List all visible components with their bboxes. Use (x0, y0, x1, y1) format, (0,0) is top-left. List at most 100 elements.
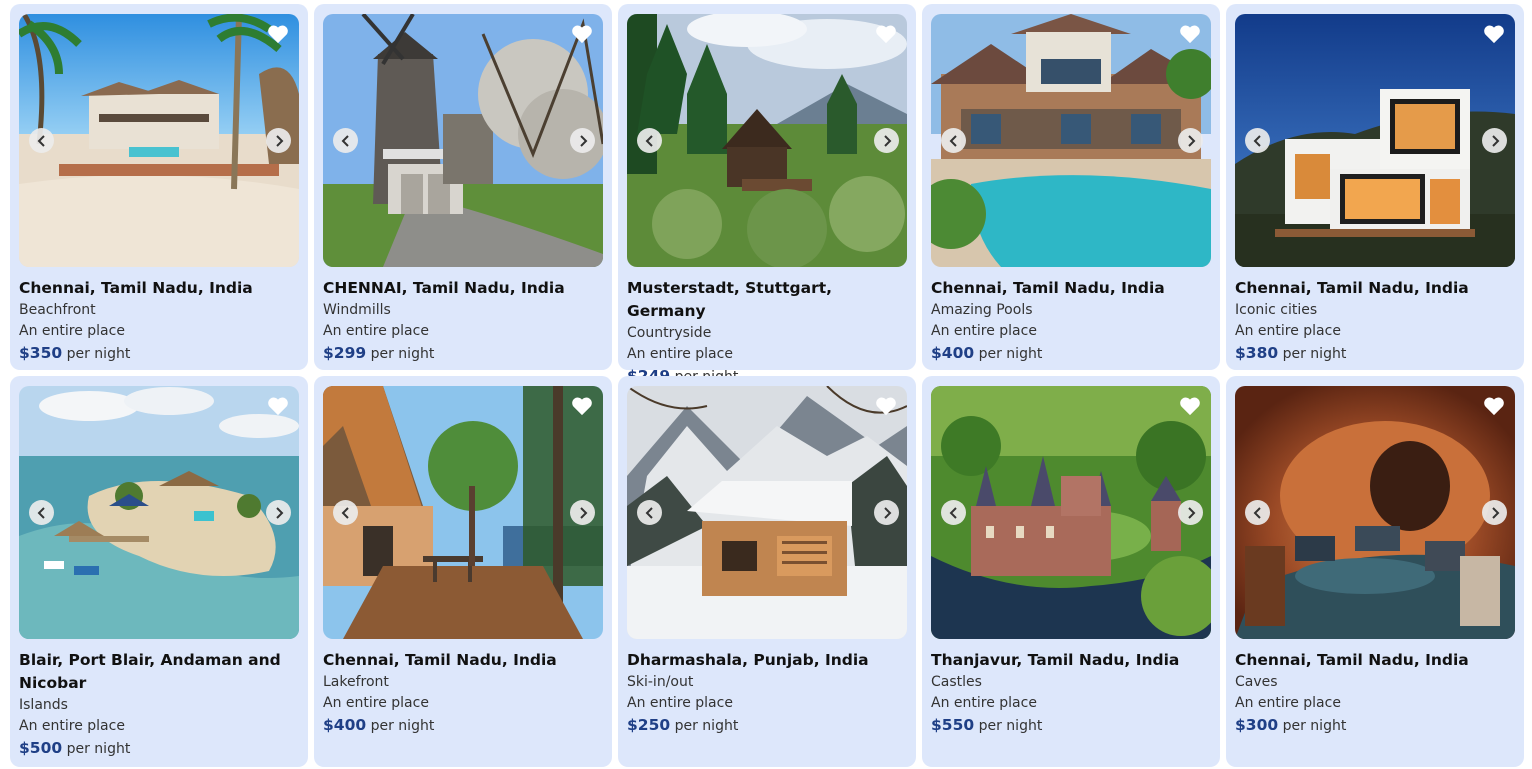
next-photo-button[interactable] (874, 128, 899, 153)
listing-photo[interactable] (323, 386, 603, 639)
listing-type: An entire place (627, 695, 733, 711)
price-unit: per night (1282, 346, 1347, 362)
heart-icon[interactable] (875, 396, 897, 416)
heart-icon[interactable] (571, 396, 593, 416)
listing-photo[interactable] (1235, 386, 1515, 639)
listing-location[interactable]: Musterstadt, Stuttgart, Germany (627, 277, 907, 323)
next-photo-button[interactable] (874, 500, 899, 525)
listing-price-line: $400 per night (931, 342, 1211, 365)
listing-category: Caves (1235, 674, 1278, 690)
beachfront-villa-image (19, 14, 299, 267)
listing-card[interactable]: Chennai, Tamil Nadu, India Lakefront An … (314, 376, 612, 767)
listing-location[interactable]: Dharmashala, Punjab, India (627, 649, 907, 672)
heart-icon[interactable] (875, 24, 897, 44)
heart-icon[interactable] (1483, 396, 1505, 416)
heart-icon[interactable] (1179, 396, 1201, 416)
heart-icon[interactable] (1179, 24, 1201, 44)
chevron-left-icon (949, 506, 957, 519)
chevron-right-icon (1187, 134, 1195, 147)
listing-card[interactable]: Chennai, Tamil Nadu, India Iconic cities… (1226, 4, 1524, 370)
price-unit: per night (1282, 718, 1347, 734)
next-photo-button[interactable] (1178, 500, 1203, 525)
next-photo-button[interactable] (1482, 128, 1507, 153)
listing-category: Windmills (323, 302, 391, 318)
listings-grid: Chennai, Tamil Nadu, India Beachfront An… (10, 4, 1524, 767)
listing-photo[interactable] (19, 386, 299, 639)
listing-location[interactable]: CHENNAI, Tamil Nadu, India (323, 277, 603, 300)
listing-card[interactable]: Musterstadt, Stuttgart, Germany Countrys… (618, 4, 916, 385)
listing-card[interactable]: Dharmashala, Punjab, India Ski-in/out An… (618, 376, 916, 767)
listing-card[interactable]: Chennai, Tamil Nadu, India Beachfront An… (10, 4, 308, 370)
listing-location[interactable]: Chennai, Tamil Nadu, India (1235, 277, 1515, 300)
chevron-left-icon (1253, 506, 1261, 519)
heart-icon[interactable] (571, 24, 593, 44)
prev-photo-button[interactable] (1245, 500, 1270, 525)
next-photo-button[interactable] (266, 128, 291, 153)
next-photo-button[interactable] (570, 500, 595, 525)
listing-location[interactable]: Blair, Port Blair, Andaman and Nicobar (19, 649, 299, 695)
listing-location[interactable]: Thanjavur, Tamil Nadu, India (931, 649, 1211, 672)
prev-photo-button[interactable] (29, 128, 54, 153)
listing-category: Beachfront (19, 302, 96, 318)
prev-photo-button[interactable] (1245, 128, 1270, 153)
listing-photo[interactable] (627, 386, 907, 639)
listing-price-line: $500 per night (19, 737, 299, 760)
listing-category: Castles (931, 674, 982, 690)
next-photo-button[interactable] (1178, 128, 1203, 153)
listing-photo[interactable] (1235, 14, 1515, 267)
listing-price: $299 (323, 344, 367, 362)
chevron-right-icon (883, 134, 891, 147)
chevron-right-icon (1491, 134, 1499, 147)
listing-price-line: $400 per night (323, 714, 603, 737)
listing-photo[interactable] (931, 386, 1211, 639)
prev-photo-button[interactable] (333, 500, 358, 525)
listing-card[interactable]: Thanjavur, Tamil Nadu, India Castles An … (922, 376, 1220, 767)
heart-icon[interactable] (267, 396, 289, 416)
heart-icon[interactable] (1483, 24, 1505, 44)
price-unit: per night (370, 346, 435, 362)
prev-photo-button[interactable] (333, 128, 358, 153)
listing-price: $250 (627, 716, 671, 734)
listing-type: An entire place (19, 718, 125, 734)
prev-photo-button[interactable] (941, 128, 966, 153)
listing-location[interactable]: Chennai, Tamil Nadu, India (323, 649, 603, 672)
listing-card[interactable]: Blair, Port Blair, Andaman and Nicobar I… (10, 376, 308, 767)
chevron-left-icon (37, 506, 45, 519)
next-photo-button[interactable] (1482, 500, 1507, 525)
listing-type: An entire place (1235, 323, 1341, 339)
listing-type: An entire place (627, 346, 733, 362)
listing-category: Countryside (627, 325, 712, 341)
next-photo-button[interactable] (570, 128, 595, 153)
chevron-left-icon (341, 134, 349, 147)
prev-photo-button[interactable] (29, 500, 54, 525)
listing-location[interactable]: Chennai, Tamil Nadu, India (19, 277, 299, 300)
lakefront-cabin-image (323, 386, 603, 639)
listing-location[interactable]: Chennai, Tamil Nadu, India (931, 277, 1211, 300)
listing-photo[interactable] (323, 14, 603, 267)
windmill-house-image (323, 14, 603, 267)
prev-photo-button[interactable] (941, 500, 966, 525)
listing-card[interactable]: Chennai, Tamil Nadu, India Caves An enti… (1226, 376, 1524, 767)
listing-category: Iconic cities (1235, 302, 1318, 318)
listing-photo[interactable] (931, 14, 1211, 267)
heart-icon[interactable] (267, 24, 289, 44)
listing-price-line: $250 per night (627, 714, 907, 737)
prev-photo-button[interactable] (637, 128, 662, 153)
listing-price-line: $550 per night (931, 714, 1211, 737)
price-unit: per night (978, 718, 1043, 734)
price-unit: per night (66, 741, 131, 757)
listing-price-line: $299 per night (323, 342, 603, 365)
listing-card[interactable]: CHENNAI, Tamil Nadu, India Windmills An … (314, 4, 612, 370)
listing-photo[interactable] (627, 14, 907, 267)
next-photo-button[interactable] (266, 500, 291, 525)
listing-category: Islands (19, 697, 68, 713)
price-unit: per night (978, 346, 1043, 362)
countryside-cabin-image (627, 14, 907, 267)
prev-photo-button[interactable] (637, 500, 662, 525)
listing-card[interactable]: Chennai, Tamil Nadu, India Amazing Pools… (922, 4, 1220, 370)
listing-location[interactable]: Chennai, Tamil Nadu, India (1235, 649, 1515, 672)
listing-photo[interactable] (19, 14, 299, 267)
listing-price: $550 (931, 716, 975, 734)
listing-price: $350 (19, 344, 63, 362)
listing-price-line: $300 per night (1235, 714, 1515, 737)
